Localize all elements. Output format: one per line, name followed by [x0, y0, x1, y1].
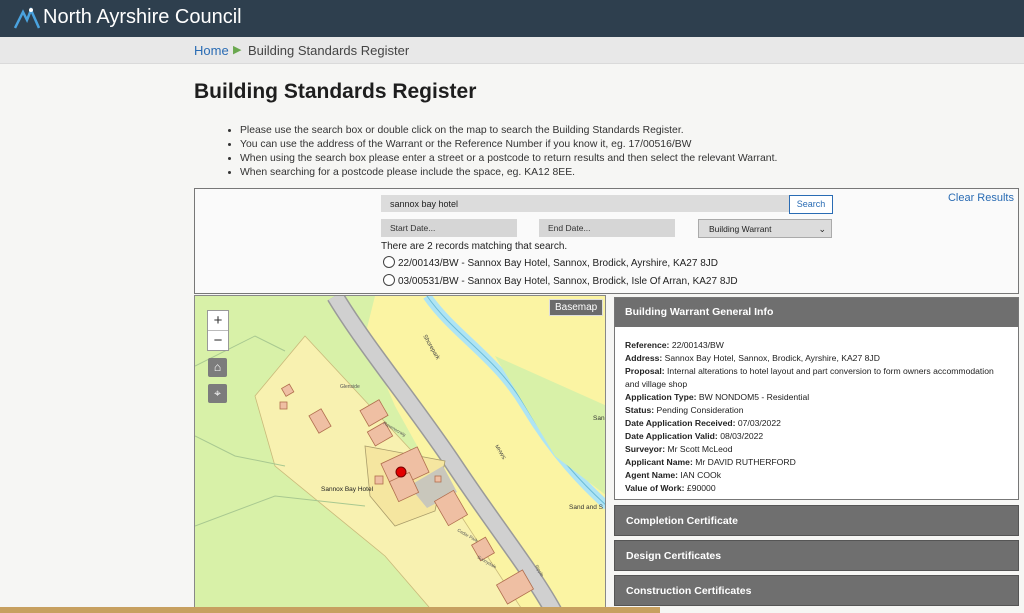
site-header: North Ayrshire Council	[0, 0, 1024, 37]
instruction-item: Please use the search box or double clic…	[240, 124, 880, 138]
info-row: Reference: 22/00143/BW	[625, 339, 1008, 352]
info-row-label: Date Application Valid:	[625, 431, 718, 441]
info-row-value: Pending Consideration	[656, 405, 744, 415]
info-row-value: BW NONDOM5 - Residential	[698, 392, 810, 402]
breadcrumb-arrow-icon: ▶	[233, 44, 242, 56]
info-row: Agent Name: IAN COOk	[625, 469, 1008, 482]
info-row-label: Address:	[625, 353, 663, 363]
info-row: Date Application Received: 07/03/2022	[625, 417, 1008, 430]
result-option[interactable]: 03/00531/BW - Sannox Bay Hotel, Sannox, …	[383, 274, 738, 287]
warrant-info-panel: Building Warrant General Info Reference:…	[614, 297, 1019, 500]
info-row-value: 07/03/2022	[737, 418, 781, 428]
locate-icon[interactable]: ⌖	[208, 384, 227, 403]
info-row-value: IAN COOk	[680, 470, 721, 480]
design-certificates-tab[interactable]: Design Certificates	[614, 540, 1019, 571]
instruction-item: When searching for a postcode please inc…	[240, 166, 880, 180]
location-marker[interactable]	[395, 466, 407, 478]
info-row-value: Internal alterations to hotel layout and…	[625, 366, 994, 389]
map-label-hotel: Sannox Bay Hotel	[321, 486, 374, 493]
info-row: Proposal: Internal alterations to hotel …	[625, 365, 1008, 391]
start-date-field[interactable]: Start Date...	[381, 219, 517, 237]
info-row: Status: Pending Consideration	[625, 404, 1008, 417]
info-row-label: Reference:	[625, 340, 670, 350]
info-row-value: £90000	[686, 483, 716, 493]
breadcrumb-home-link[interactable]: Home	[194, 43, 229, 58]
search-button[interactable]: Search	[789, 195, 833, 214]
search-input[interactable]	[381, 195, 790, 212]
info-row-value: 22/00143/BW	[671, 340, 724, 350]
zoom-in-button[interactable]: +	[208, 311, 228, 330]
info-row-label: Agent Name:	[625, 470, 679, 480]
search-panel: Clear Results Search Start Date... End D…	[194, 188, 1019, 294]
end-date-field[interactable]: End Date...	[539, 219, 675, 237]
info-row: Date Application Valid: 08/03/2022	[625, 430, 1008, 443]
chevron-down-icon: ⌄	[818, 224, 826, 234]
info-row: Applicant Name: Mr DAVID RUTHERFORD	[625, 456, 1008, 469]
info-row: Value of Work: £90000	[625, 482, 1008, 495]
instruction-item: When using the search box please enter a…	[240, 152, 880, 166]
info-row-label: Date Application Received:	[625, 418, 736, 428]
info-row-label: Value of Work:	[625, 483, 685, 493]
result-label[interactable]: 22/00143/BW - Sannox Bay Hotel, Sannox, …	[398, 258, 718, 269]
map-label-house: Glenside	[340, 384, 360, 390]
council-logo-icon[interactable]	[14, 6, 40, 30]
info-row: Surveyor: Mr Scott McLeod	[625, 443, 1008, 456]
info-row-label: Application Type:	[625, 392, 697, 402]
site-brand[interactable]: North Ayrshire Council	[43, 6, 242, 29]
zoom-control: + −	[207, 310, 229, 351]
result-label[interactable]: 03/00531/BW - Sannox Bay Hotel, Sannox, …	[398, 276, 738, 287]
info-row-value: Mr Scott McLeod	[667, 444, 733, 454]
result-option[interactable]: 22/00143/BW - Sannox Bay Hotel, Sannox, …	[383, 256, 718, 269]
info-panel-title[interactable]: Building Warrant General Info	[615, 298, 1018, 327]
zoom-out-button[interactable]: −	[208, 330, 228, 350]
construction-certificates-tab[interactable]: Construction Certificates	[614, 575, 1019, 606]
info-row-label: Applicant Name:	[625, 457, 693, 467]
info-row: Application Type: BW NONDOM5 - Residenti…	[625, 391, 1008, 404]
taskbar	[0, 607, 660, 613]
results-summary: There are 2 records matching that search…	[381, 241, 568, 252]
completion-certificate-tab[interactable]: Completion Certificate	[614, 505, 1019, 536]
info-row-label: Surveyor:	[625, 444, 666, 454]
basemap-button[interactable]: Basemap	[549, 299, 604, 316]
map-canvas[interactable]: Shorepark Glenside Ravenscraig Sannox Ba…	[195, 296, 606, 613]
info-row-value: Mr DAVID RUTHERFORD	[695, 457, 796, 467]
map-label-sand: Sand and S	[569, 504, 604, 511]
info-rows: Reference: 22/00143/BW Address: Sannox Ba…	[615, 327, 1018, 495]
map-view[interactable]: Shorepark Glenside Ravenscraig Sannox Ba…	[194, 295, 606, 613]
home-icon[interactable]: ⌂	[208, 358, 227, 377]
radio-button[interactable]	[383, 274, 395, 286]
application-type-select[interactable]: Building Warrant ⌄	[698, 219, 832, 238]
info-row: Address: Sannox Bay Hotel, Sannox, Brodi…	[625, 352, 1008, 365]
instructions-list: Please use the search box or double clic…	[228, 124, 880, 180]
application-type-value: Building Warrant	[709, 224, 772, 234]
info-row-value: Sannox Bay Hotel, Sannox, Brodick, Ayrsh…	[664, 353, 880, 363]
map-label-san: San	[593, 415, 605, 422]
info-row-label: Proposal:	[625, 366, 665, 376]
clear-results-link[interactable]: Clear Results	[948, 192, 1014, 204]
info-row-value: 08/03/2022	[720, 431, 764, 441]
info-row-label: Status:	[625, 405, 655, 415]
radio-button[interactable]	[383, 256, 395, 268]
breadcrumb: Home ▶ Building Standards Register	[0, 37, 1024, 64]
page-title: Building Standards Register	[194, 80, 477, 103]
instruction-item: You can use the address of the Warrant o…	[240, 138, 880, 152]
breadcrumb-current: Building Standards Register	[248, 43, 410, 58]
